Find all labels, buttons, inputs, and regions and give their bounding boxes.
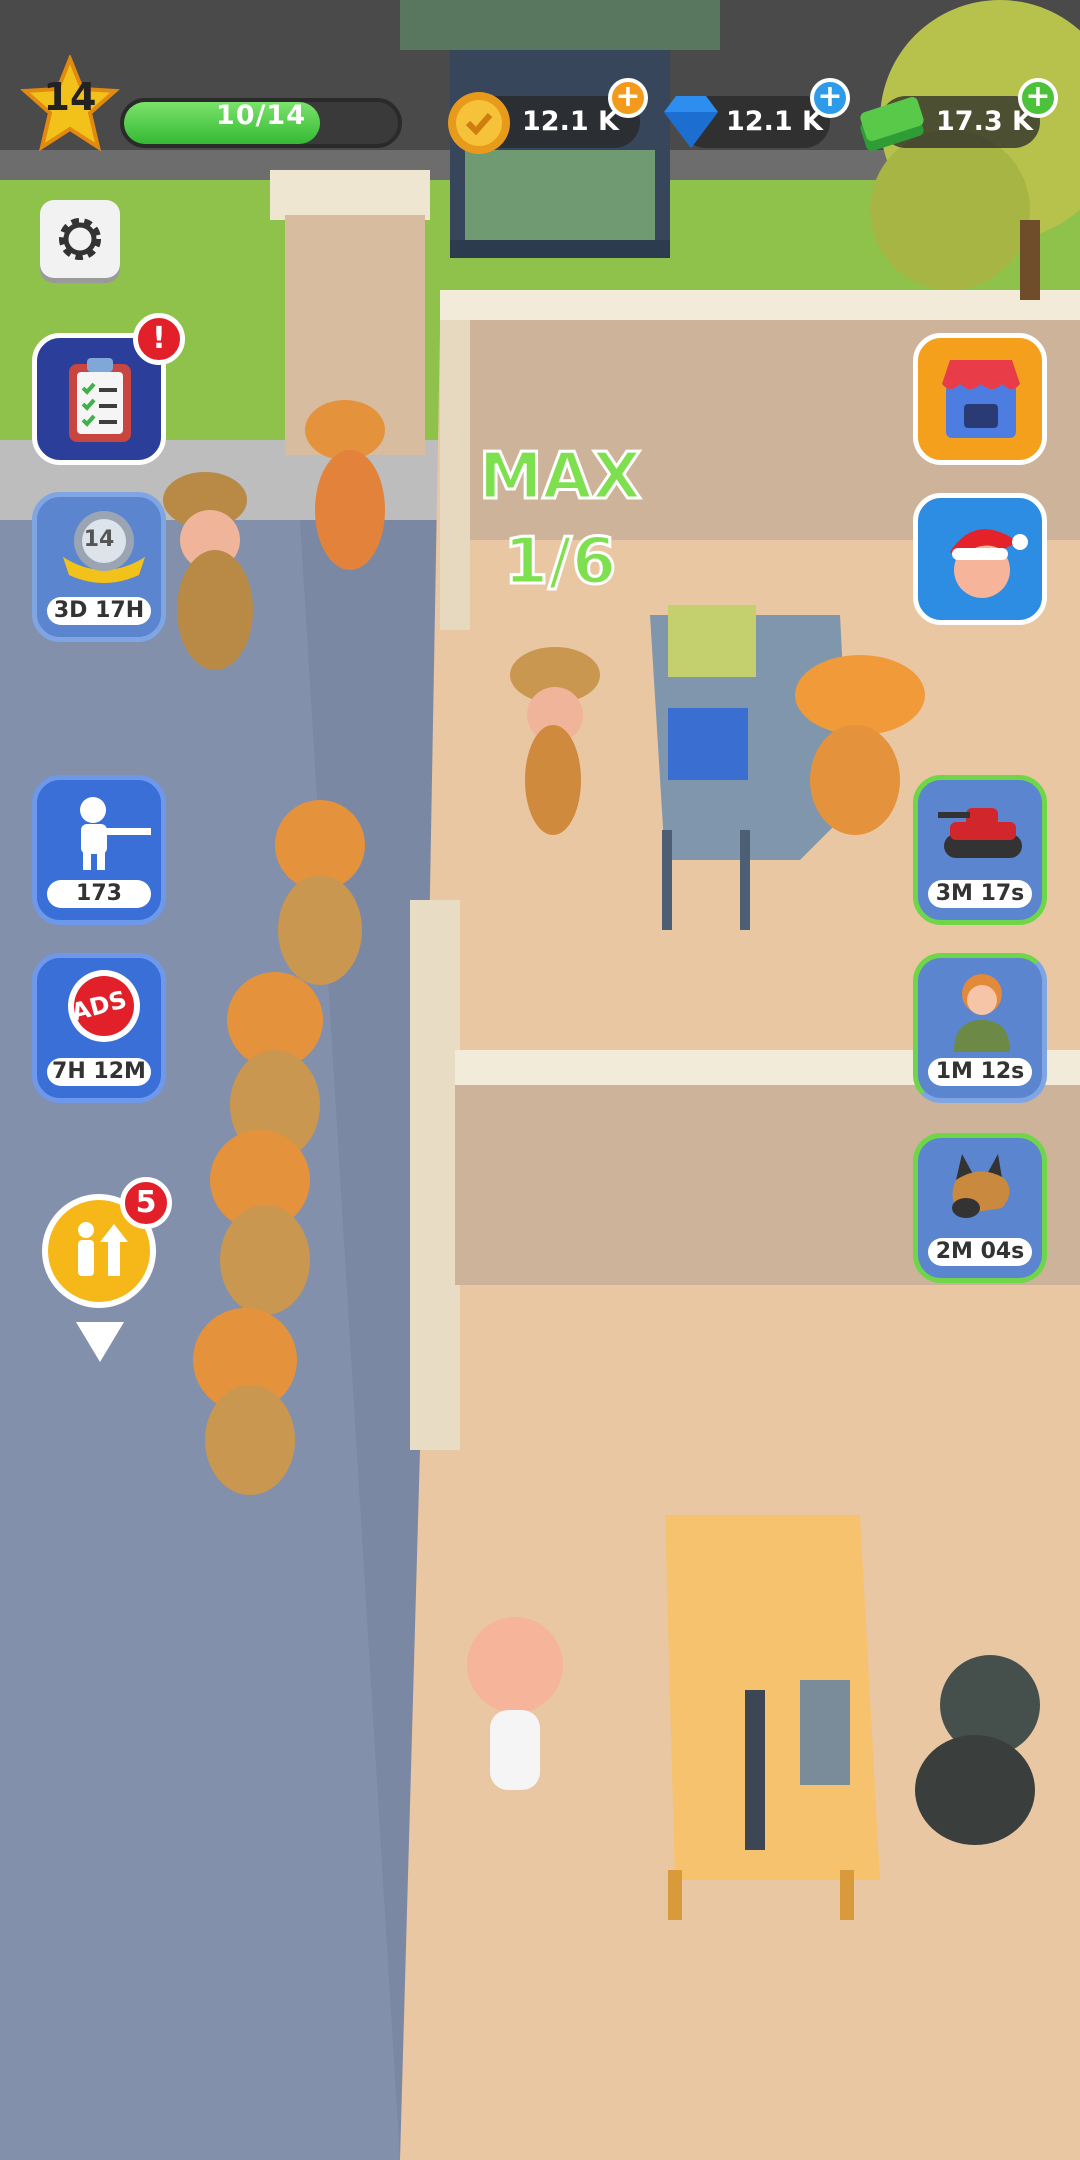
soldier-rifle-icon xyxy=(80,797,151,870)
santa-hat-icon xyxy=(950,529,1028,598)
ads-timer: 7H 12M xyxy=(47,1058,151,1086)
tank-icon xyxy=(938,808,1022,858)
rank-level: 14 xyxy=(83,527,115,552)
dog-unit-button[interactable]: 2M 04s xyxy=(913,1133,1047,1283)
coins-value: 12.1 K xyxy=(522,106,619,137)
shop-icon xyxy=(942,360,1020,438)
cash-icon xyxy=(860,97,924,151)
add-coins-button[interactable]: + xyxy=(608,78,648,118)
ads-button[interactable]: ADS 7H 12M xyxy=(32,953,166,1103)
player-level: 14 xyxy=(43,75,97,119)
missions-alert-badge: ! xyxy=(133,313,185,365)
female-soldier-icon xyxy=(954,974,1010,1052)
tank-upgrade-button[interactable]: 3M 17s xyxy=(913,775,1047,925)
gem-icon xyxy=(664,96,718,148)
rank-button[interactable]: 14 3D 17H xyxy=(32,492,166,642)
gems-value: 12.1 K xyxy=(726,106,823,137)
room-capacity: 1/6 xyxy=(502,524,617,601)
dog-icon xyxy=(952,1154,1010,1218)
recruit-timer: 1M 12s xyxy=(928,1058,1032,1086)
rank-timer: 3D 17H xyxy=(47,597,151,625)
room-status-label: MAX xyxy=(477,439,643,516)
tank-timer: 3M 17s xyxy=(928,880,1032,908)
add-cash-button[interactable]: + xyxy=(1018,78,1058,118)
event-button[interactable] xyxy=(913,493,1047,625)
down-arrow-icon xyxy=(76,1322,124,1362)
soldiers-button[interactable]: 173 xyxy=(32,775,166,925)
add-gems-button[interactable]: + xyxy=(810,78,850,118)
xp-text: 10/14 xyxy=(215,100,306,131)
shop-button[interactable] xyxy=(913,333,1047,465)
dog-timer: 2M 04s xyxy=(928,1238,1032,1266)
coin-icon xyxy=(448,92,510,154)
staff-upgrade-icon xyxy=(78,1222,128,1276)
hire-badge: 5 xyxy=(120,1177,172,1229)
soldiers-count: 173 xyxy=(47,880,151,908)
clipboard-icon xyxy=(69,358,131,442)
gear-icon xyxy=(59,218,101,260)
settings-button[interactable] xyxy=(40,200,120,278)
recruit-button[interactable]: 1M 12s xyxy=(913,953,1047,1103)
